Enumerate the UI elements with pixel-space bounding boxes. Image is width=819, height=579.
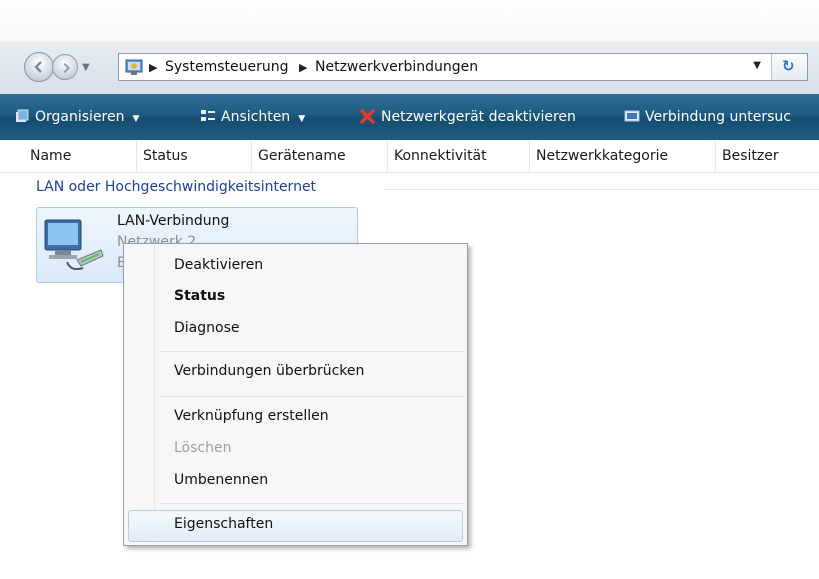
breadcrumb-separator: ▶ [299,61,308,74]
network-adapter-icon [44,219,104,271]
column-header-device[interactable]: Gerätename [252,140,388,172]
control-panel-icon [125,59,143,75]
breadcrumb-netzwerkverbindungen[interactable]: Netzwerkverbindungen [315,59,478,75]
menu-item-diagnose[interactable]: Diagnose [174,320,239,336]
breadcrumb-systemsteuerung[interactable]: Systemsteuerung [165,59,288,75]
organize-icon [16,109,29,122]
address-bar-area: ▼ ▶ Systemsteuerung ▶ Netzwerkverbindung… [0,42,819,95]
chevron-down-icon: ▼ [132,114,140,124]
column-header-status[interactable]: Status [137,140,252,172]
menu-item-create-shortcut[interactable]: Verknüpfung erstellen [174,408,329,424]
disable-network-icon [360,109,375,124]
column-header-category[interactable]: Netzwerkkategorie [530,140,716,172]
disable-device-button[interactable]: Netzwerkgerät deaktivieren [360,107,576,127]
organize-label: Organisieren [35,109,125,125]
views-label: Ansichten [221,109,291,125]
forward-arrow-icon [63,62,71,74]
back-arrow-icon [34,61,42,73]
column-header-connectivity[interactable]: Konnektivität [388,140,530,172]
recent-pages-dropdown[interactable]: ▼ [82,62,94,74]
refresh-icon: ↻ [782,57,795,75]
back-button[interactable] [24,52,54,82]
menu-separator [160,503,465,504]
chevron-down-icon[interactable]: ▼ [753,60,761,71]
menu-item-properties[interactable]: Eigenschaften [174,516,273,532]
menu-item-bridge-connections[interactable]: Verbindungen überbrücken [174,363,364,379]
menu-item-status[interactable]: Status [174,288,225,304]
column-header-owner[interactable]: Besitzer [716,140,819,172]
views-menu-button[interactable]: Ansichten ▼ [200,107,305,127]
group-header[interactable]: LAN oder Hochgeschwindigkeitsinternet [36,179,316,195]
views-icon [201,110,215,121]
command-bar: Organisieren ▼ Ansichten ▼ Netzwerkgerät d… [0,94,819,140]
context-menu: Deaktivieren Status Diagnose Verbindunge… [123,243,468,546]
menu-separator [160,396,465,397]
refresh-button[interactable]: ↻ [771,54,807,80]
diagnose-icon [624,110,640,122]
group-divider [384,189,819,190]
menu-item-delete: Löschen [174,440,232,456]
diagnose-label: Verbindung untersuc [645,109,791,125]
menu-item-deactivate[interactable]: Deaktivieren [174,257,263,273]
organize-menu-button[interactable]: Organisieren ▼ [14,107,139,127]
chevron-down-icon: ▼ [298,114,306,124]
window-titlebar [0,0,819,42]
menu-item-rename[interactable]: Umbenennen [174,472,268,488]
menu-gutter [154,246,155,543]
item-name: LAN-Verbindung [117,213,230,229]
breadcrumb-separator: ▶ [149,61,158,74]
address-field[interactable]: ▶ Systemsteuerung ▶ Netzwerkverbindungen… [118,53,808,81]
disable-device-label: Netzwerkgerät deaktivieren [381,109,576,125]
diagnose-connection-button[interactable]: Verbindung untersuc [624,107,791,127]
column-header-row: Name Status Gerätename Konnektivität Net… [0,140,819,173]
column-header-name[interactable]: Name [24,140,137,172]
forward-button[interactable] [52,54,78,80]
menu-separator [160,351,465,352]
